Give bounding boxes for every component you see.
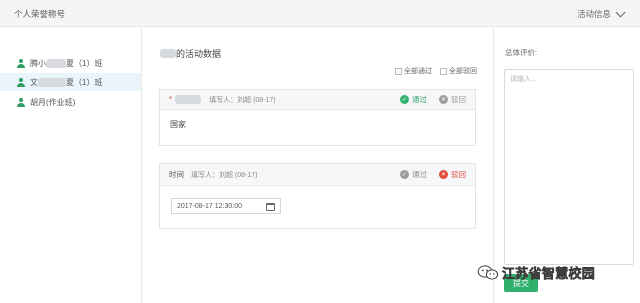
pass-button[interactable]: ✓ 通过 [400, 169, 427, 180]
card-header: * 填写人：刘超 (08-17) ✓ 通过 ✕ 驳回 [160, 90, 475, 110]
required-mark: * [169, 95, 173, 104]
check-circle-icon: ✓ [400, 95, 409, 104]
card-header: 时间 填写人：刘超 (08-17) ✓ 通过 ✕ 驳回 [160, 164, 475, 186]
x-circle-icon: ✕ [439, 95, 448, 104]
datetime-value: 2017-08-17 12:30:00 [177, 202, 242, 210]
field-label: 时间 [169, 170, 184, 179]
sidebar-item-student-2[interactable]: 文 夏（1）班 [0, 73, 141, 91]
student-class: 夏（1）班 [66, 77, 103, 87]
redacted-name [46, 58, 66, 68]
reject-all-label: 全部驳回 [449, 68, 477, 75]
page-title: 个人荣誉称号 [14, 9, 66, 19]
wechat-logo-icon [477, 265, 499, 280]
reject-all-checkbox[interactable]: 全部驳回 [440, 66, 477, 76]
card-body: 国家 [160, 110, 475, 139]
reject-label: 驳回 [451, 95, 466, 104]
field-value: 国家 [170, 120, 186, 129]
review-actions: ✓ 通过 ✕ 驳回 [400, 169, 466, 180]
student-name: 胡月(作业班) [30, 97, 76, 107]
user-icon [17, 58, 25, 68]
checkbox-box [395, 67, 402, 75]
review-actions: ✓ 通过 ✕ 驳回 [400, 94, 466, 105]
activity-card-2: 时间 填写人：刘超 (08-17) ✓ 通过 ✕ 驳回 2017-08-17 1… [159, 163, 476, 229]
activity-info-label: 活动信息 [576, 9, 611, 19]
activity-data-title: 的活动数据 [160, 47, 221, 60]
evaluation-textarea[interactable] [504, 69, 634, 265]
sidebar-item-student-3[interactable]: 胡月(作业班) [0, 93, 141, 111]
bulk-actions: 全部通过 全部驳回 [395, 66, 477, 76]
redacted-field-label [175, 95, 202, 104]
watermark-text: 江苏省智慧校园 [502, 267, 596, 283]
card-body: 2017-08-17 12:30:00 [160, 186, 475, 226]
user-icon [17, 77, 25, 87]
activity-data-title-text: 的活动数据 [176, 49, 222, 59]
x-circle-icon: ✕ [439, 170, 448, 179]
student-sidebar: 腾小 夏（1）班 文 夏（1）班 胡月(作业班) [0, 28, 142, 303]
user-icon [17, 97, 25, 107]
evaluation-panel: 总体评价: 提交 [493, 28, 640, 303]
chevron-down-icon [615, 7, 626, 17]
overall-evaluation-label: 总体评价: [505, 48, 538, 57]
approve-all-label: 全部通过 [404, 68, 432, 75]
pass-label: 通过 [412, 170, 427, 179]
redacted-student-name [160, 49, 176, 58]
student-name-prefix: 文 [30, 77, 38, 87]
student-class: 夏（1）班 [66, 58, 103, 68]
page-header: 个人荣誉称号 活动信息 [0, 0, 640, 27]
reject-label: 驳回 [451, 170, 466, 179]
student-name-prefix: 腾小 [30, 58, 46, 68]
pass-label: 通过 [412, 95, 427, 104]
author-info: 填写人：刘超 (08-17) [209, 96, 276, 104]
activity-card-1: * 填写人：刘超 (08-17) ✓ 通过 ✕ 驳回 国家 [159, 89, 476, 146]
approve-all-checkbox[interactable]: 全部通过 [395, 66, 432, 76]
sidebar-item-student-1[interactable]: 腾小 夏（1）班 [0, 54, 141, 72]
pass-button[interactable]: ✓ 通过 [400, 94, 427, 105]
datetime-input[interactable]: 2017-08-17 12:30:00 [171, 198, 281, 214]
checkbox-box [440, 67, 447, 75]
watermark: 江苏省智慧校园 [477, 263, 595, 282]
activity-info-toggle[interactable]: 活动信息 [576, 7, 626, 20]
redacted-name [38, 77, 66, 87]
main-panel: 的活动数据 全部通过 全部驳回 * 填写人：刘超 (08-17) ✓ 通过 ✕ … [143, 28, 493, 303]
reject-button[interactable]: ✕ 驳回 [439, 169, 466, 180]
calendar-icon[interactable] [266, 202, 275, 211]
author-info: 填写人：刘超 (08-17) [191, 171, 258, 179]
reject-button[interactable]: ✕ 驳回 [439, 94, 466, 105]
check-circle-icon: ✓ [400, 170, 409, 179]
